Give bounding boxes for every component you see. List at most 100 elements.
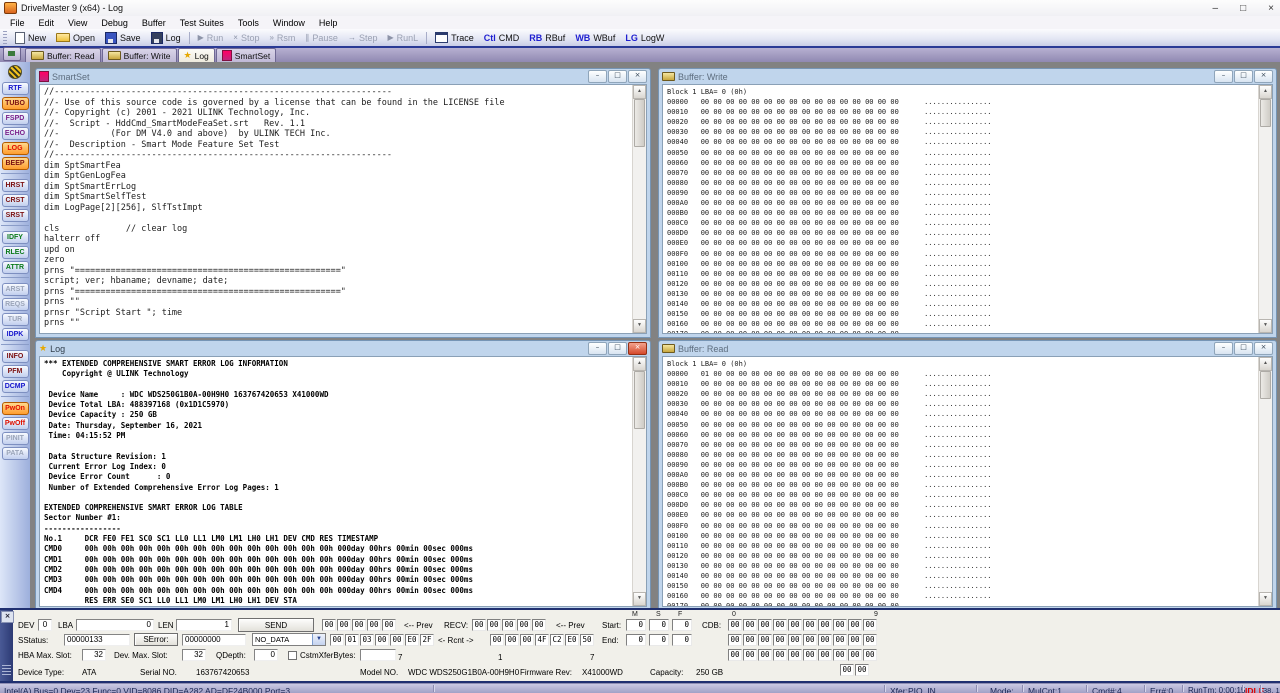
vertical-scrollbar[interactable]: ▲ ▼ [1258, 85, 1272, 333]
maximize-icon[interactable]: □ [1240, 3, 1246, 14]
restore-button[interactable]: □ [1234, 342, 1253, 355]
toolbar-button-logw[interactable]: LGLogW [620, 30, 669, 45]
smartset-script-text[interactable]: //--------------------------------------… [40, 85, 646, 329]
byte-box[interactable]: 00 [728, 649, 742, 661]
log-output-text[interactable]: *** EXTENDED COMPREHENSIVE SMART ERROR L… [40, 357, 646, 607]
sidebar-button-rtf[interactable]: RTF [2, 82, 29, 95]
byte-box[interactable]: 00 [788, 619, 802, 631]
byte-box[interactable]: 00 [848, 634, 862, 646]
scroll-down-icon[interactable]: ▼ [1259, 319, 1272, 333]
close-button[interactable]: × [1254, 342, 1273, 355]
vertical-scrollbar[interactable]: ▲ ▼ [1258, 357, 1272, 606]
buffer-write-hex-dump[interactable]: Block 1 LBA= 0 (0h) 00000 00 00 00 00 00… [663, 85, 1272, 334]
byte-box[interactable]: 00 [773, 649, 787, 661]
sidebar-button-pwon[interactable]: PwOn [2, 402, 29, 415]
scroll-thumb[interactable] [634, 99, 645, 147]
byte-box[interactable]: 00 [818, 634, 832, 646]
scroll-thumb[interactable] [634, 371, 645, 429]
byte-box[interactable]: 0 [649, 634, 669, 646]
restore-button[interactable]: □ [608, 70, 627, 83]
byte-box[interactable]: 00 [743, 649, 757, 661]
sidebar-button-pata[interactable]: PATA [2, 447, 29, 460]
byte-box[interactable]: 00 [833, 649, 847, 661]
close-icon[interactable]: × [1268, 3, 1274, 14]
scroll-thumb[interactable] [1260, 99, 1271, 127]
menu-buffer[interactable]: Buffer [135, 18, 173, 28]
sidebar-button-rlec[interactable]: RLEC [2, 246, 29, 259]
byte-box[interactable]: 00 [758, 634, 772, 646]
toolbar-button-new[interactable]: New [10, 30, 51, 45]
toolbar-button-runl[interactable]: ▶RunL [382, 30, 423, 45]
tab-buffer-write[interactable]: Buffer: Write [102, 48, 177, 62]
menu-test-suites[interactable]: Test Suites [173, 18, 231, 28]
toolbar-button-trace[interactable]: Trace [430, 30, 479, 45]
sidebar-button-echo[interactable]: ECHO [2, 127, 29, 140]
byte-box[interactable]: 00 [758, 619, 772, 631]
hba-max-slot-field[interactable]: 32 [82, 649, 106, 661]
buffer-read-hex-dump[interactable]: Block 1 LBA= 0 (0h) 00000 01 00 00 00 00… [663, 357, 1272, 607]
close-button[interactable]: × [628, 70, 647, 83]
sidebar-button-idfy[interactable]: IDFY [2, 231, 29, 244]
restore-button[interactable]: □ [1234, 70, 1253, 83]
toolbar-button-wbuf[interactable]: WBWBuf [570, 30, 620, 45]
menu-edit[interactable]: Edit [32, 18, 62, 28]
byte-box[interactable]: 00 [788, 649, 802, 661]
scroll-thumb[interactable] [1260, 371, 1271, 399]
toolbar-button-rbuf[interactable]: RBRBuf [524, 30, 570, 45]
byte-box[interactable]: 00 [855, 664, 869, 676]
data-mode-select[interactable]: NO_DATA ▼ [252, 633, 326, 646]
menu-tools[interactable]: Tools [231, 18, 266, 28]
menu-view[interactable]: View [61, 18, 94, 28]
minimize-button[interactable]: – [588, 342, 607, 355]
toolbar-button-pause[interactable]: ∥Pause [300, 30, 343, 45]
vertical-scrollbar[interactable]: ▲ ▼ [632, 85, 646, 333]
menu-debug[interactable]: Debug [94, 18, 135, 28]
byte-box[interactable]: 00 [773, 619, 787, 631]
menu-window[interactable]: Window [266, 18, 312, 28]
toolbar-button-run[interactable]: ▶Run [193, 30, 229, 45]
toolbar-button-cmd[interactable]: CtlCMD [479, 30, 525, 45]
serror-button[interactable]: SError: [134, 633, 178, 646]
sidebar-button-log[interactable]: LOG [2, 142, 29, 155]
sidebar-button-srst[interactable]: SRST [2, 209, 29, 222]
scroll-up-icon[interactable]: ▲ [1259, 85, 1272, 99]
smartset-titlebar[interactable]: SmartSet – □ × [36, 69, 650, 84]
toolbar-button-rsm[interactable]: »Rsm [264, 30, 300, 45]
byte-box[interactable]: 00 [840, 664, 854, 676]
serror-field[interactable]: 00000000 [182, 634, 246, 646]
sidebar-button-info[interactable]: INFO [2, 350, 29, 363]
byte-box[interactable]: 00 [863, 649, 877, 661]
byte-box[interactable]: 0 [672, 634, 692, 646]
byte-box[interactable]: 0 [626, 619, 646, 631]
buffer-write-titlebar[interactable]: Buffer: Write – □ × [659, 69, 1276, 84]
sidebar-button-pfm[interactable]: PFM [2, 365, 29, 378]
byte-box[interactable]: 00 [818, 649, 832, 661]
tab-smartset[interactable]: SmartSet [216, 48, 276, 62]
cstm-xfer-field[interactable] [360, 649, 396, 661]
sidebar-button-hrst[interactable]: HRST [2, 179, 29, 192]
menu-file[interactable]: File [3, 18, 32, 28]
log-titlebar[interactable]: ★ Log – □ × [36, 341, 650, 356]
minimize-button[interactable]: – [1214, 70, 1233, 83]
byte-box[interactable]: 00 [728, 619, 742, 631]
len-field[interactable]: 1 [176, 619, 232, 631]
minimize-icon[interactable]: – [1213, 3, 1219, 14]
lba-field[interactable]: 0 [76, 619, 154, 631]
byte-box[interactable]: 00 [833, 634, 847, 646]
toolbar-button-stop[interactable]: ×Stop [228, 30, 264, 45]
scroll-down-icon[interactable]: ▼ [633, 319, 646, 333]
vertical-scrollbar[interactable]: ▲ ▼ [632, 357, 646, 606]
cstm-xfer-checkbox[interactable] [288, 651, 297, 660]
toolbar-button-open[interactable]: Open [51, 30, 100, 45]
sidebar-button-arst[interactable]: ARST [2, 283, 29, 296]
byte-box[interactable]: 00 [803, 619, 817, 631]
scroll-down-icon[interactable]: ▼ [1259, 592, 1272, 606]
close-button[interactable]: × [1254, 70, 1273, 83]
byte-box[interactable]: 00 [863, 634, 877, 646]
scroll-down-icon[interactable]: ▼ [633, 592, 646, 606]
panel-grip[interactable] [2, 665, 11, 675]
sidebar-button-tubo[interactable]: TUBO [2, 97, 29, 110]
dev-max-slot-field[interactable]: 32 [182, 649, 206, 661]
toolbar-button-save[interactable]: Save [100, 30, 146, 45]
byte-box[interactable]: 0 [649, 619, 669, 631]
